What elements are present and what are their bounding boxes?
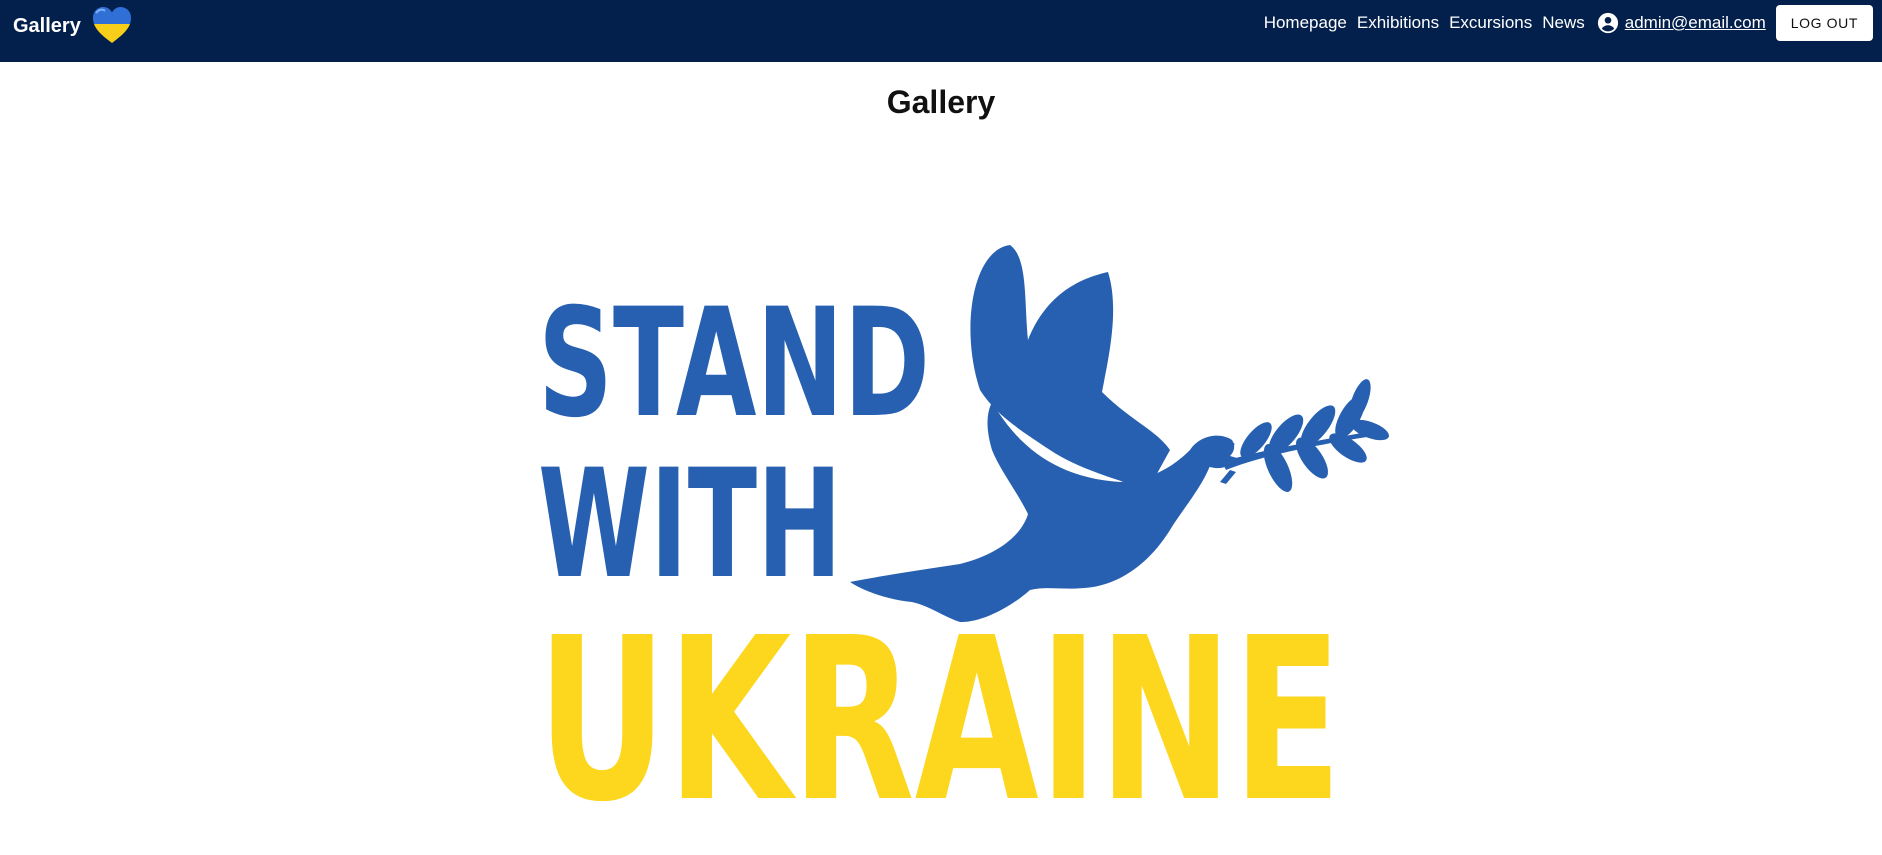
main-nav: Homepage Exhibitions Excursions News adm…: [1264, 0, 1873, 46]
page-title: Gallery: [886, 84, 996, 120]
poster-line-stand: STAND: [538, 277, 930, 451]
gallery-image: STAND WITH UKRAINE: [360, 130, 1520, 855]
poster-line-ukraine: UKRAINE: [537, 590, 1342, 852]
nav-exhibitions[interactable]: Exhibitions: [1357, 13, 1439, 33]
heart-icon: [92, 7, 131, 43]
brand-title: Gallery: [13, 14, 81, 37]
logout-button[interactable]: LOG OUT: [1775, 5, 1873, 41]
nav-homepage[interactable]: Homepage: [1264, 13, 1347, 33]
poster-line-with: WITH: [538, 438, 842, 612]
user-email-link[interactable]: admin@email.com: [1625, 13, 1766, 33]
nav-excursions[interactable]: Excursions: [1449, 13, 1532, 33]
brand[interactable]: Gallery: [13, 7, 133, 52]
stand-with-ukraine-poster: STAND WITH UKRAINE: [360, 130, 1520, 855]
account-circle-icon: [1597, 12, 1618, 34]
app-bar: Gallery Homepage Exhibitions Excursions …: [0, 0, 1882, 62]
nav-news[interactable]: News: [1542, 13, 1585, 33]
